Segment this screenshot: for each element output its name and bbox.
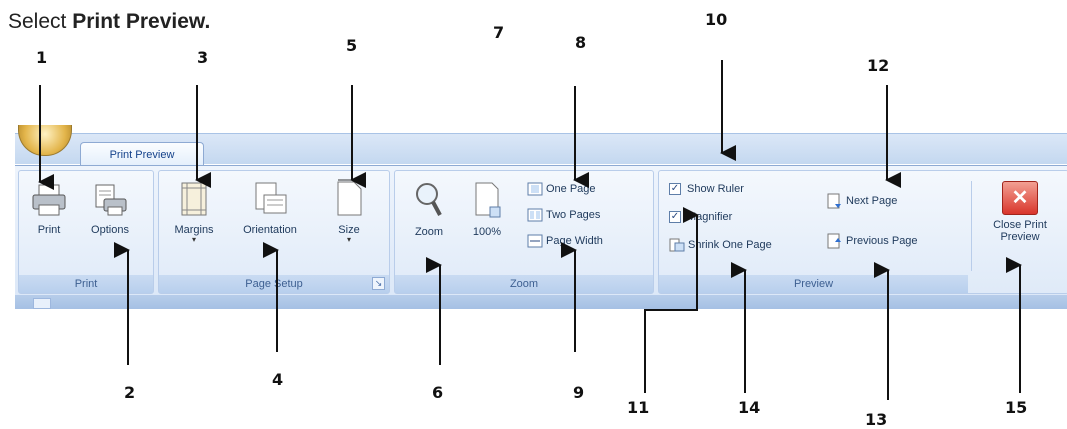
callout-arrows: [38, 60, 1022, 400]
